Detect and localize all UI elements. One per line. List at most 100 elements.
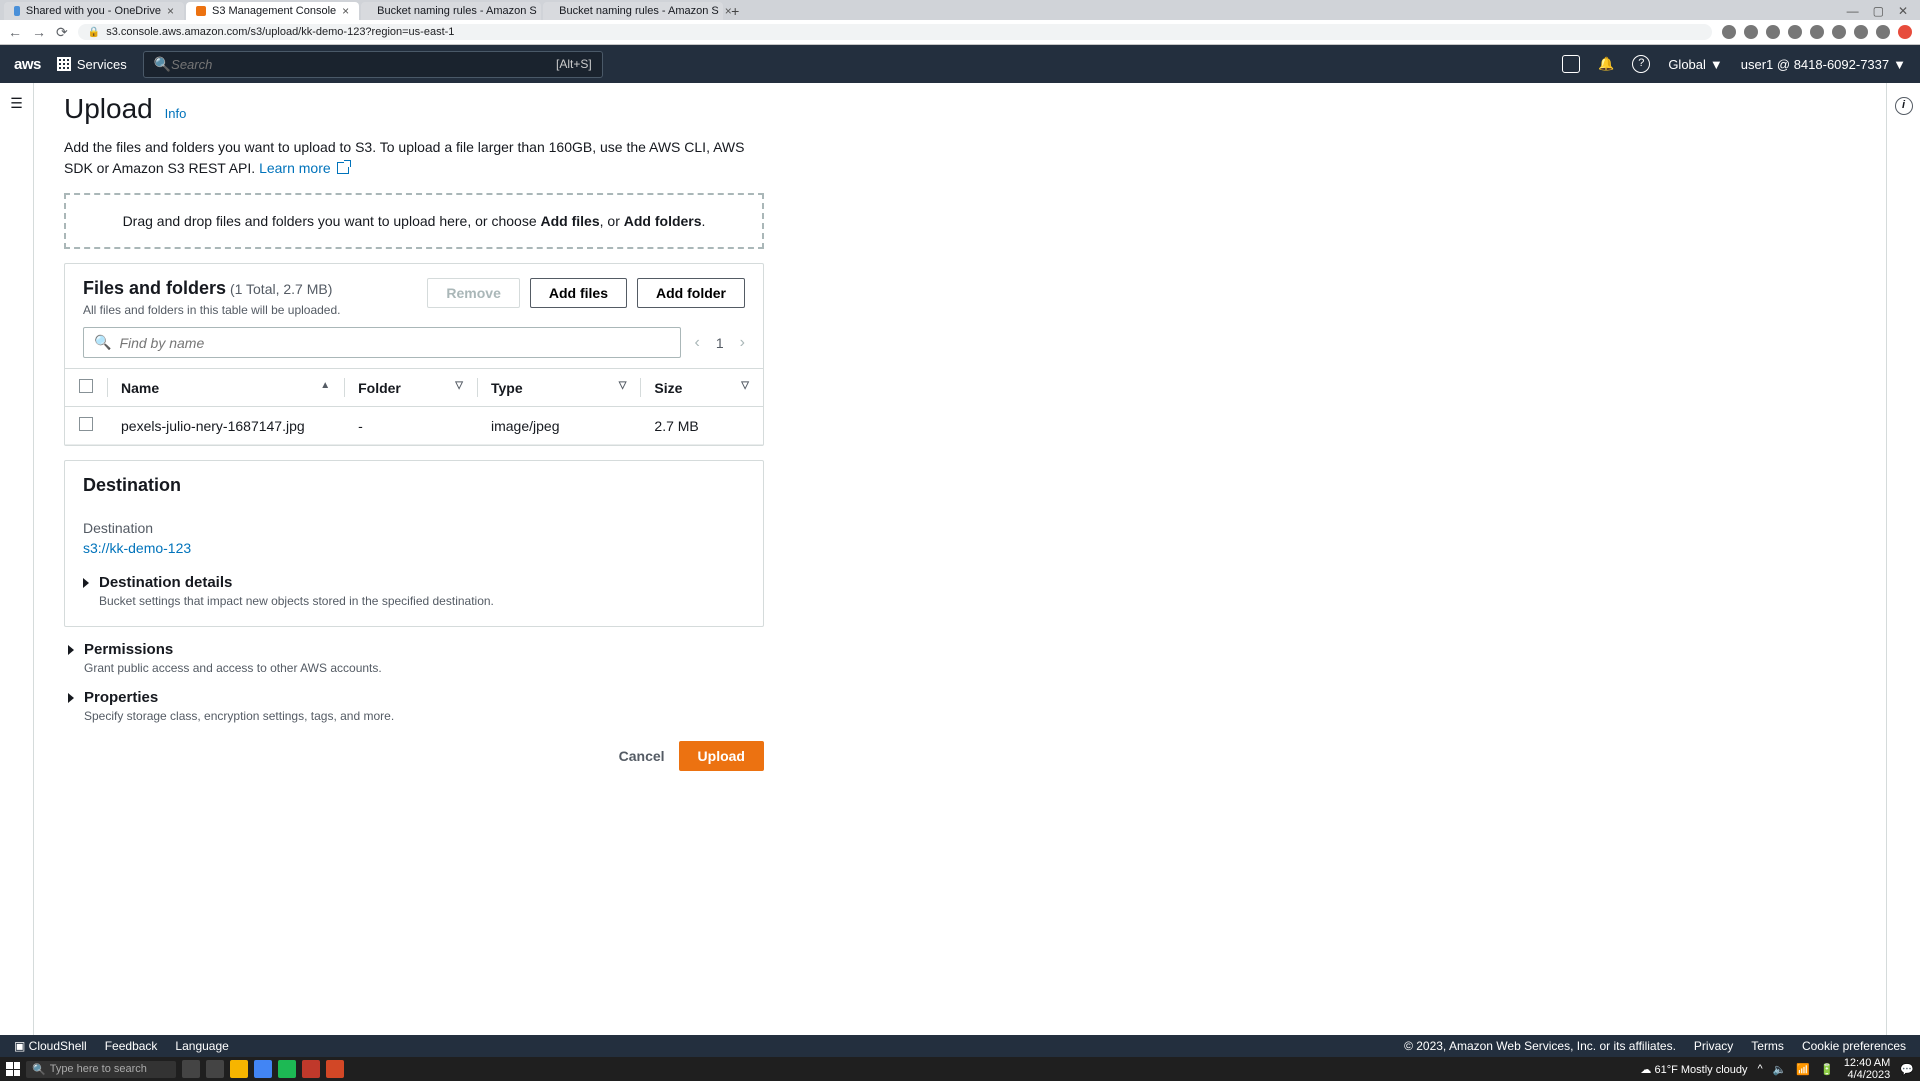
col-size[interactable]: Size▽: [640, 369, 763, 407]
info-icon[interactable]: i: [1895, 97, 1913, 115]
maximize-icon[interactable]: ▢: [1873, 4, 1884, 18]
properties-section: Properties Specify storage class, encryp…: [68, 689, 764, 723]
cookies-link[interactable]: Cookie preferences: [1802, 1039, 1906, 1053]
learn-more-link[interactable]: Learn more: [259, 160, 348, 176]
minimize-icon[interactable]: —: [1847, 4, 1859, 18]
col-type[interactable]: Type▽: [477, 369, 640, 407]
task-icon[interactable]: [302, 1060, 320, 1078]
sort-icon: ▽: [741, 380, 749, 391]
close-icon[interactable]: ×: [167, 4, 174, 18]
privacy-link[interactable]: Privacy: [1694, 1039, 1733, 1053]
hamburger-icon[interactable]: ☰: [0, 95, 33, 112]
extension-icon[interactable]: [1722, 25, 1736, 39]
extension-icon[interactable]: [1744, 25, 1758, 39]
add-folder-button[interactable]: Add folder: [637, 278, 745, 308]
close-window-icon[interactable]: ✕: [1898, 4, 1908, 18]
cell-folder: -: [344, 407, 477, 445]
taskbar-search[interactable]: 🔍 Type here to search: [26, 1061, 176, 1078]
help-icon[interactable]: ?: [1632, 55, 1650, 73]
aws-navbar: aws Services 🔍 [Alt+S] 🔔 ? Global ▼ user…: [0, 45, 1920, 83]
search-input[interactable]: [171, 57, 556, 72]
col-folder[interactable]: Folder▽: [344, 369, 477, 407]
url-input[interactable]: 🔒 s3.console.aws.amazon.com/s3/upload/kk…: [78, 24, 1712, 40]
tray-icon[interactable]: 📶: [1796, 1063, 1810, 1076]
reload-icon[interactable]: ⟳: [56, 24, 68, 41]
services-button[interactable]: Services: [57, 57, 127, 72]
terms-link[interactable]: Terms: [1751, 1039, 1784, 1053]
task-icon[interactable]: [254, 1060, 272, 1078]
page-title: Upload: [64, 93, 153, 125]
caret-right-icon: [68, 645, 74, 655]
page-prev-icon[interactable]: ‹: [695, 334, 700, 352]
region-selector[interactable]: Global ▼: [1668, 57, 1722, 72]
files-panel: Files and folders (1 Total, 2.7 MB) All …: [64, 263, 764, 446]
browser-tab[interactable]: Shared with you - OneDrive×: [4, 2, 184, 20]
language-link[interactable]: Language: [175, 1039, 228, 1053]
sort-asc-icon: ▲: [320, 380, 330, 391]
info-link[interactable]: Info: [165, 106, 187, 121]
user-menu[interactable]: user1 @ 8418-6092-7337 ▼: [1741, 57, 1906, 72]
select-all-checkbox[interactable]: [79, 379, 93, 393]
page-next-icon[interactable]: ›: [740, 334, 745, 352]
aws-footer: ▣ CloudShell Feedback Language © 2023, A…: [0, 1035, 1920, 1057]
back-icon[interactable]: ←: [8, 24, 22, 40]
bell-icon[interactable]: 🔔: [1598, 56, 1614, 72]
task-icon[interactable]: [182, 1060, 200, 1078]
find-input[interactable]: [119, 335, 669, 351]
tray-icon[interactable]: 🔋: [1820, 1063, 1834, 1076]
properties-toggle[interactable]: Properties: [68, 689, 764, 706]
start-button[interactable]: [6, 1062, 20, 1076]
tray-icon[interactable]: 🔈: [1773, 1063, 1787, 1076]
extension-icon[interactable]: [1788, 25, 1802, 39]
upload-button[interactable]: Upload: [679, 741, 764, 771]
destination-link[interactable]: s3://kk-demo-123: [83, 540, 191, 556]
browser-tab[interactable]: Bucket naming rules - Amazon S×: [543, 2, 723, 20]
clock[interactable]: 12:40 AM4/4/2023: [1844, 1057, 1890, 1081]
cancel-button[interactable]: Cancel: [619, 748, 665, 764]
tray-chevron-icon[interactable]: ^: [1758, 1063, 1763, 1075]
chevron-down-icon: ▼: [1893, 57, 1906, 72]
avatar[interactable]: [1898, 25, 1912, 39]
permissions-toggle[interactable]: Permissions: [68, 641, 764, 658]
sort-icon: ▽: [455, 380, 463, 391]
files-table: Name▲ Folder▽ Type▽ Size▽ pexels-julio-n…: [65, 368, 763, 445]
close-icon[interactable]: ×: [342, 4, 349, 18]
sort-icon: ▽: [619, 380, 627, 391]
chevron-down-icon: ▼: [1710, 57, 1723, 72]
cloudshell-icon[interactable]: [1562, 55, 1580, 73]
cloudshell-link[interactable]: ▣ CloudShell: [14, 1039, 87, 1053]
table-row[interactable]: pexels-julio-nery-1687147.jpg - image/jp…: [65, 407, 763, 445]
extension-icon[interactable]: [1766, 25, 1780, 39]
destination-title: Destination: [83, 475, 181, 496]
row-checkbox[interactable]: [79, 417, 93, 431]
drop-zone[interactable]: Drag and drop files and folders you want…: [64, 193, 764, 249]
add-files-button[interactable]: Add files: [530, 278, 627, 308]
properties-sub: Specify storage class, encryption settin…: [84, 709, 764, 723]
extension-icon[interactable]: [1876, 25, 1890, 39]
browser-tab[interactable]: Bucket naming rules - Amazon S×: [361, 2, 541, 20]
task-icon[interactable]: [230, 1060, 248, 1078]
weather-widget[interactable]: ☁ 61°F Mostly cloudy: [1640, 1063, 1747, 1076]
find-box[interactable]: 🔍: [83, 327, 681, 358]
feedback-link[interactable]: Feedback: [105, 1039, 158, 1053]
forward-icon[interactable]: →: [32, 24, 46, 40]
extension-icon[interactable]: [1854, 25, 1868, 39]
task-icon[interactable]: [278, 1060, 296, 1078]
destination-details-toggle[interactable]: Destination details: [83, 574, 745, 591]
extension-icons: [1722, 25, 1912, 39]
files-panel-title: Files and folders: [83, 278, 226, 298]
aws-logo[interactable]: aws: [14, 56, 41, 73]
nav-search[interactable]: 🔍 [Alt+S]: [143, 51, 603, 78]
browser-tab-active[interactable]: S3 Management Console×: [186, 2, 359, 20]
notifications-icon[interactable]: 💬: [1900, 1063, 1914, 1076]
remove-button: Remove: [427, 278, 519, 308]
destination-details-sub: Bucket settings that impact new objects …: [99, 594, 745, 608]
extension-icon[interactable]: [1810, 25, 1824, 39]
col-name[interactable]: Name▲: [107, 369, 344, 407]
new-tab-button[interactable]: +: [725, 3, 745, 19]
browser-address-bar: ← → ⟳ 🔒 s3.console.aws.amazon.com/s3/upl…: [0, 20, 1920, 44]
extension-icon[interactable]: [1832, 25, 1846, 39]
pager: ‹ 1 ›: [695, 334, 745, 352]
task-icon[interactable]: [326, 1060, 344, 1078]
task-icon[interactable]: [206, 1060, 224, 1078]
